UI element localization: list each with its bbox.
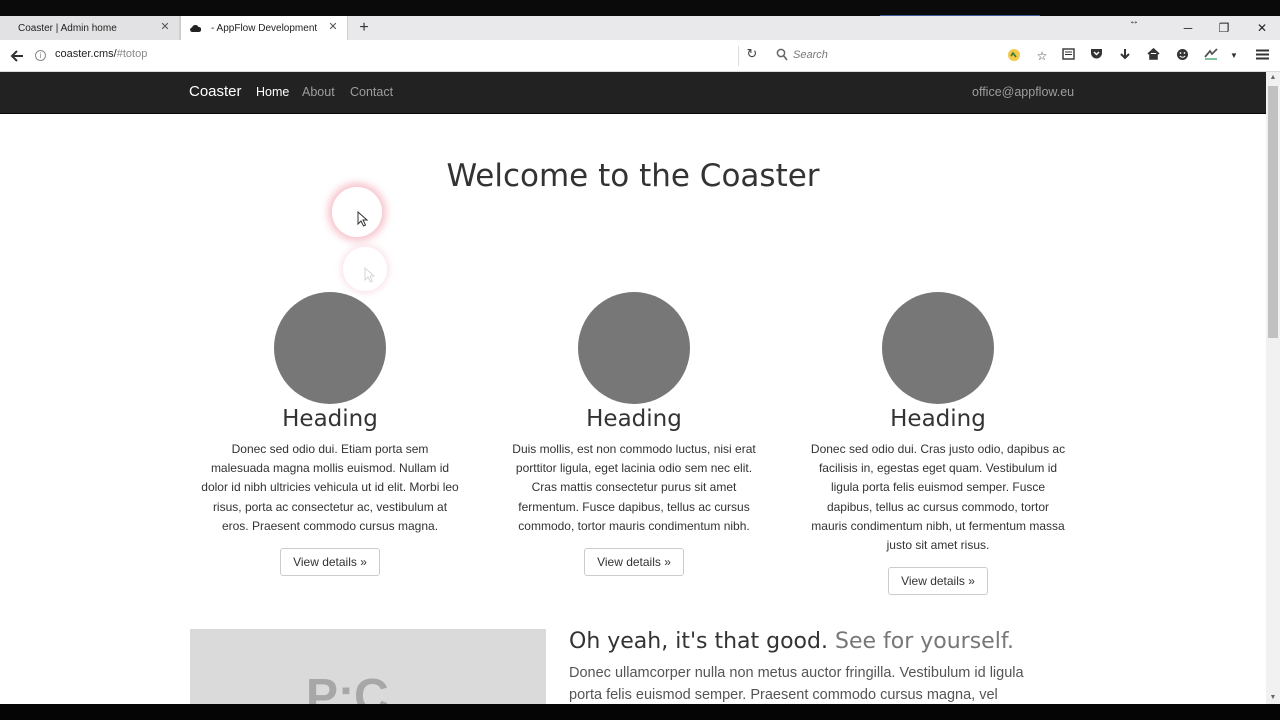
reload-icon[interactable]: ↻ [742,46,762,66]
close-icon[interactable]: ✕ [327,21,339,33]
nav-email[interactable]: office@appflow.eu [972,85,1074,99]
column-text: Duis mollis, est non commodo luctus, nis… [512,442,756,533]
nav-home[interactable]: Home [256,85,289,99]
pocket-icon[interactable] [1088,48,1104,64]
reading-list-icon[interactable] [1060,48,1076,64]
address-bar[interactable]: i coaster.cms/#totop [32,44,764,68]
page-viewport: Coaster Home About Contact office@appflo… [0,72,1266,704]
resize-arrows-icon: ↔ [1129,16,1139,27]
featurette-image: P:C [190,629,546,704]
placeholder-image [882,292,994,404]
mouse-cursor-icon [364,267,376,283]
minimize-icon[interactable]: ─ [1170,16,1206,40]
column-heading: Heading [890,406,986,432]
mouse-cursor-icon [357,211,369,227]
nav-contact[interactable]: Contact [350,85,393,99]
column-text: Donec sed odio dui. Cras justo odio, dap… [810,442,1066,553]
scroll-thumb[interactable] [1268,86,1278,338]
tab-title: - AppFlow Development [211,22,318,34]
search-icon [776,48,788,61]
close-window-icon[interactable]: ✕ [1244,16,1280,40]
tab-title: Coaster | Admin home [18,22,117,34]
navigation-toolbar: i coaster.cms/#totop ↻ Search ☆ ▼ [0,40,1280,72]
view-details-button[interactable]: View details » [584,548,684,577]
placeholder-image [274,292,386,404]
vertical-scrollbar[interactable]: ▲ ▼ [1266,72,1280,704]
nav-about[interactable]: About [302,85,335,99]
feature-column: Heading Donec sed odio dui. Cras justo o… [803,292,1073,596]
column-heading: Heading [282,406,378,432]
feature-column: Heading Duis mollis, est non commodo luc… [499,292,769,577]
tab-strip: Coaster | Admin home ✕ - AppFlow Develop… [0,16,1280,40]
plus-icon[interactable]: + [354,17,374,39]
tab-appflow-development[interactable]: - AppFlow Development ✕ [180,16,348,40]
restore-icon[interactable]: ❐ [1206,16,1242,40]
bottom-strip [0,704,1280,720]
column-heading: Heading [586,406,682,432]
extension-icon[interactable] [1006,48,1022,64]
bookmark-star-icon[interactable]: ☆ [1034,48,1050,64]
info-icon[interactable]: i [35,50,46,61]
back-arrow-icon[interactable] [6,46,28,66]
url-text[interactable]: coaster.cms/#totop [55,48,147,60]
menu-icon[interactable] [1254,48,1270,64]
dropdown-icon[interactable]: ▼ [1226,48,1242,64]
window-title-strip [0,0,1280,16]
placeholder-image [578,292,690,404]
feature-column: Heading Donec sed odio dui. Etiam porta … [195,292,465,577]
search-placeholder: Search [793,49,828,61]
featurette-text: Donec ullamcorper nulla non metus auctor… [569,665,1024,703]
featurette-heading: Oh yeah, it's that good. See for yoursel… [569,629,1014,654]
extension-icon[interactable] [1203,48,1219,64]
hero-title: Welcome to the Coaster [446,158,820,194]
cloud-icon [190,25,201,32]
home-icon[interactable] [1145,47,1161,64]
search-input[interactable]: Search [770,44,998,68]
close-icon[interactable]: ✕ [159,21,171,33]
smiley-icon[interactable] [1174,48,1190,64]
view-details-button[interactable]: View details » [888,567,988,596]
image-placeholder-text: P:C [306,670,389,704]
scroll-up-icon[interactable]: ▲ [1266,72,1280,84]
divider [738,46,739,66]
scroll-down-icon[interactable]: ▼ [1266,692,1280,704]
column-text: Donec sed odio dui. Etiam porta sem male… [201,442,459,533]
site-brand[interactable]: Coaster [189,83,242,100]
site-navbar: Coaster Home About Contact office@appflo… [0,72,1266,114]
download-icon[interactable] [1117,48,1133,64]
view-details-button[interactable]: View details » [280,548,380,577]
tab-admin-home[interactable]: Coaster | Admin home ✕ [0,16,180,40]
